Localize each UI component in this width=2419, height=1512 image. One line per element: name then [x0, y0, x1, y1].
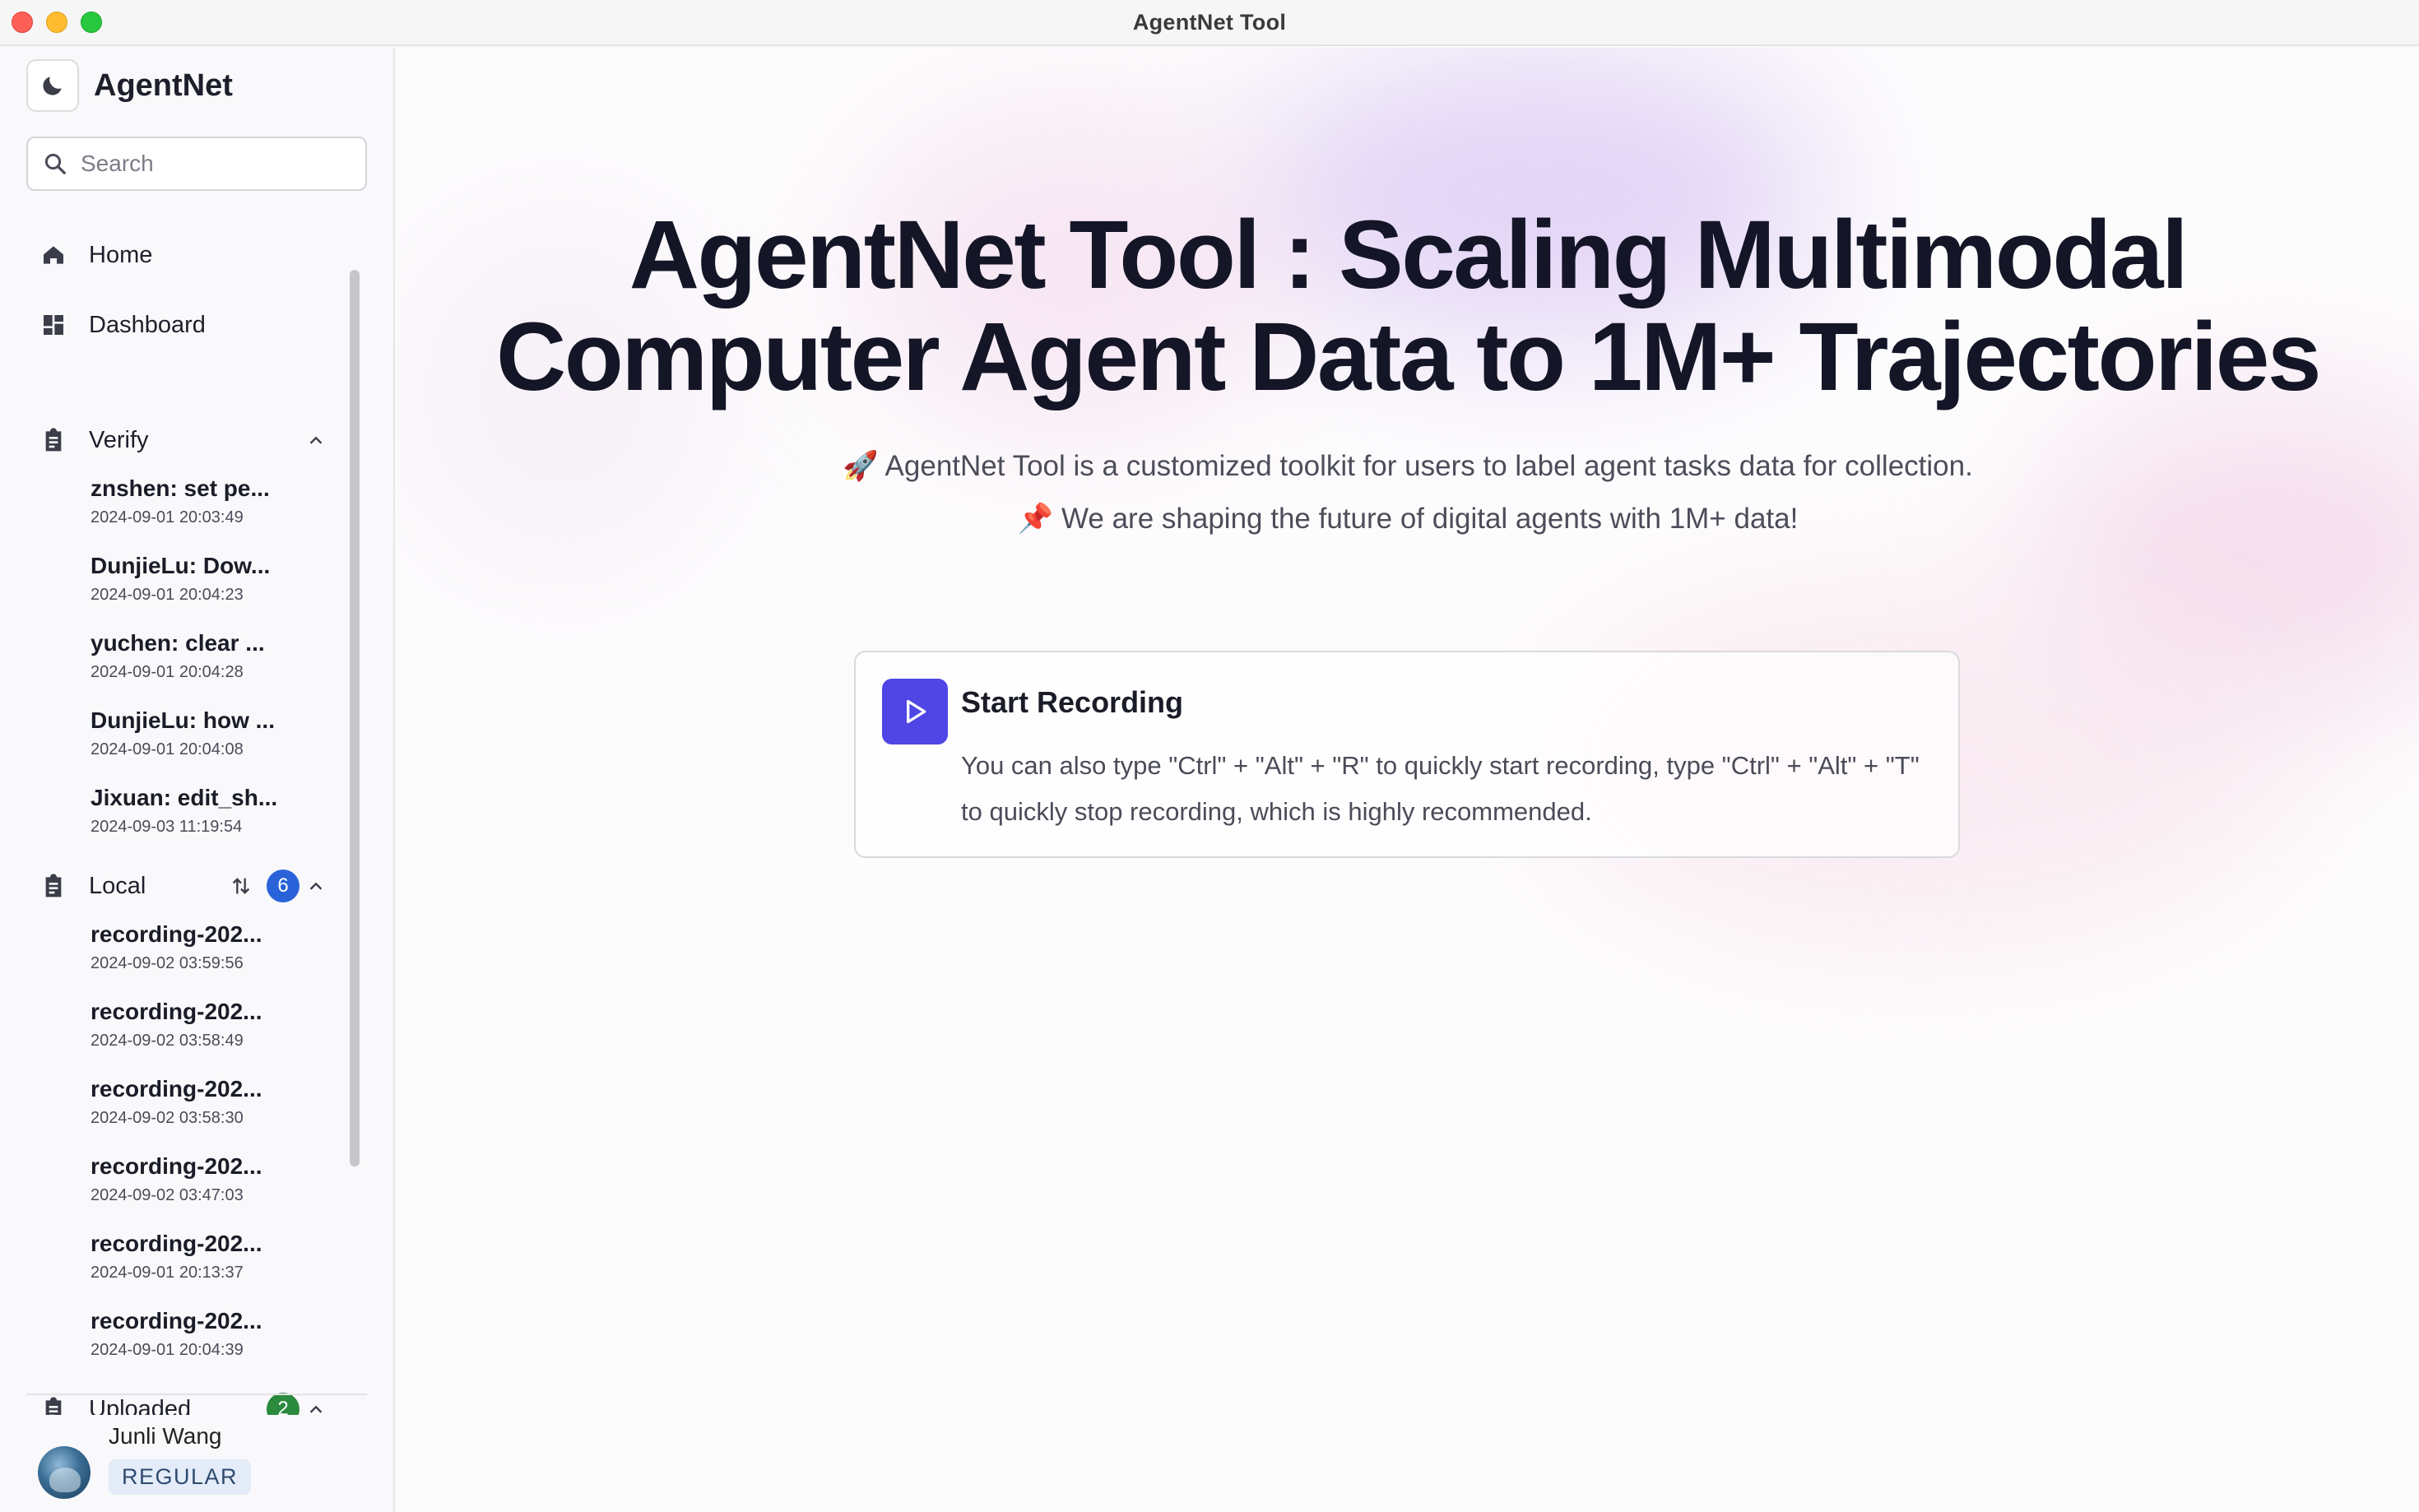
item-date: 2024-09-01 20:04:23 [91, 586, 244, 604]
clipboard-icon [39, 1395, 67, 1415]
subtitle-1-text: AgentNet Tool is a customized toolkit fo… [884, 450, 1973, 482]
item-date: 2024-09-01 20:04:28 [91, 663, 244, 681]
uploaded-count-badge: 2 [267, 1393, 299, 1415]
section-verify[interactable]: Verify [39, 420, 327, 461]
rocket-icon: 🚀 [843, 450, 879, 483]
item-date: 2024-09-02 03:59:56 [91, 954, 244, 972]
item-date: 2024-09-01 20:03:49 [91, 508, 244, 526]
item-title: recording-202... [91, 921, 262, 947]
divider [26, 1394, 367, 1395]
list-item[interactable]: yuchen: clear ... 2024-09-01 20:04:28 [91, 630, 304, 682]
section-label: Uploaded [89, 1395, 192, 1416]
item-title: recording-202... [91, 1308, 262, 1333]
sort-icon[interactable] [229, 874, 253, 898]
item-title: znshen: set pe... [91, 475, 270, 501]
moon-icon [43, 77, 62, 95]
list-item[interactable]: recording-202... 2024-09-02 03:58:49 [91, 999, 304, 1051]
brand-name: AgentNet [94, 67, 233, 103]
clipboard-icon [39, 426, 67, 454]
role-badge: REGULAR [109, 1459, 252, 1495]
maximize-window-button[interactable] [81, 12, 102, 33]
section-label: Verify [89, 426, 149, 453]
item-title: recording-202... [91, 1076, 262, 1102]
start-recording-button[interactable] [882, 679, 948, 744]
list-item[interactable]: recording-202... 2024-09-02 03:58:30 [91, 1076, 304, 1128]
item-date: 2024-09-01 20:04:08 [91, 740, 244, 758]
play-icon [907, 699, 926, 724]
sidebar-scrollbar-thumb[interactable] [350, 270, 360, 1166]
item-date: 2024-09-01 20:04:39 [91, 1341, 244, 1359]
list-item[interactable]: recording-202... 2024-09-02 03:59:56 [91, 921, 304, 973]
dashboard-icon [39, 311, 67, 339]
search-box[interactable] [26, 137, 367, 191]
close-window-button[interactable] [12, 12, 33, 33]
minimize-window-button[interactable] [46, 12, 67, 33]
item-title: recording-202... [91, 1231, 262, 1256]
window-title: AgentNet Tool [1132, 9, 1287, 35]
list-item[interactable]: znshen: set pe... 2024-09-01 20:03:49 [91, 475, 304, 527]
item-title: yuchen: clear ... [91, 630, 265, 656]
card-description: You can also type "Ctrl" + "Alt" + "R" t… [961, 751, 1920, 826]
list-item[interactable]: recording-202... 2024-09-02 03:47:03 [91, 1153, 304, 1205]
chevron-up-icon[interactable] [304, 1398, 327, 1415]
subtitle-2-text: We are shaping the future of digital age… [1061, 503, 1799, 535]
page-title: AgentNet Tool : Scaling Multimodal Compu… [397, 204, 2419, 408]
sidebar-item-label: Dashboard [89, 311, 206, 338]
user-profile[interactable]: Junli Wang REGULAR [38, 1423, 252, 1499]
sidebar: AgentNet Home Dashboard [0, 48, 395, 1512]
card-title: Start Recording [961, 685, 1184, 719]
list-item[interactable]: recording-202... 2024-09-01 20:13:37 [91, 1231, 304, 1282]
theme-toggle-button[interactable] [26, 59, 79, 112]
list-item[interactable]: DunjieLu: how ... 2024-09-01 20:04:08 [91, 707, 304, 759]
section-uploaded[interactable]: Uploaded 2 [39, 1389, 327, 1415]
item-date: 2024-09-02 03:58:30 [91, 1109, 244, 1127]
list-item[interactable]: recording-202... 2024-09-01 20:04:39 [91, 1308, 304, 1360]
item-title: DunjieLu: how ... [91, 707, 275, 733]
page-title-line-2: Computer Agent Data to 1M+ Trajectories [495, 303, 2322, 411]
user-name: Junli Wang [109, 1423, 222, 1449]
home-icon [39, 241, 67, 269]
search-input[interactable] [81, 151, 344, 177]
list-item[interactable]: DunjieLu: Dow... 2024-09-01 20:04:23 [91, 553, 304, 605]
main-content: AgentNet Tool : Scaling Multimodal Compu… [397, 48, 2419, 1512]
item-title: DunjieLu: Dow... [91, 553, 271, 578]
sidebar-item-dashboard[interactable]: Dashboard [39, 304, 206, 346]
item-date: 2024-09-02 03:47:03 [91, 1186, 244, 1204]
section-local[interactable]: Local 6 [39, 865, 327, 907]
clipboard-icon [39, 872, 67, 900]
item-date: 2024-09-03 11:19:54 [91, 818, 243, 836]
item-date: 2024-09-01 20:13:37 [91, 1264, 244, 1282]
search-icon [44, 153, 66, 174]
title-bar: AgentNet Tool [0, 0, 2419, 46]
item-title: recording-202... [91, 999, 262, 1024]
start-recording-card[interactable]: Start Recording You can also type "Ctrl"… [854, 651, 1960, 858]
item-date: 2024-09-02 03:58:49 [91, 1032, 244, 1050]
local-count-badge: 6 [267, 870, 299, 902]
page-title-line-1: AgentNet Tool : Scaling Multimodal [629, 201, 2189, 309]
subtitle-1: 🚀 AgentNet Tool is a customized toolkit … [397, 449, 2419, 483]
avatar [38, 1446, 91, 1499]
sidebar-item-home[interactable]: Home [39, 234, 152, 276]
window-controls [12, 12, 102, 33]
chevron-up-icon[interactable] [304, 429, 327, 452]
item-title: recording-202... [91, 1153, 262, 1179]
sidebar-nav: Home Dashboard Verify znshen: set pe... … [0, 220, 342, 1415]
section-label: Local [89, 872, 146, 899]
pushpin-icon: 📌 [1017, 503, 1054, 536]
sidebar-item-label: Home [89, 241, 153, 268]
brand: AgentNet [26, 59, 233, 112]
item-title: Jixuan: edit_sh... [91, 785, 278, 810]
chevron-up-icon[interactable] [304, 875, 327, 898]
list-item[interactable]: Jixuan: edit_sh... 2024-09-03 11:19:54 [91, 785, 304, 837]
subtitle-2: 📌 We are shaping the future of digital a… [397, 502, 2419, 536]
